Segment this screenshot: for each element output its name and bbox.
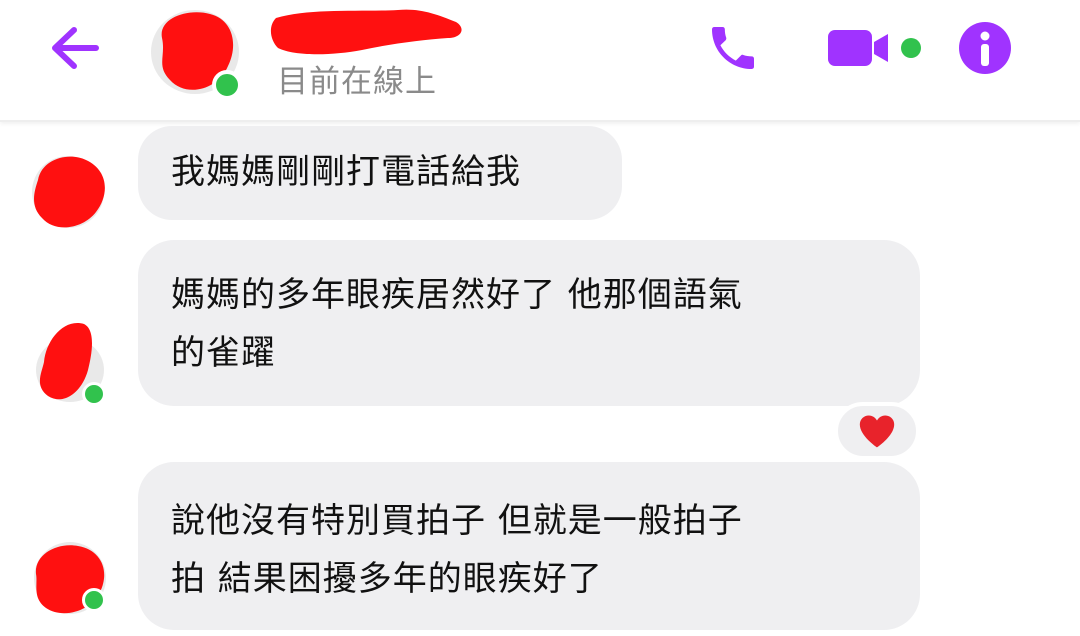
call-button[interactable]: [700, 18, 766, 78]
arrow-left-icon: [52, 27, 99, 69]
video-call-button[interactable]: [822, 18, 928, 78]
message-bubble[interactable]: 說他沒有特別買拍子 但就是一般拍子 拍 結果困擾多年的眼疾好了: [138, 462, 920, 630]
contact-name-redacted: [270, 4, 466, 60]
info-button[interactable]: [952, 16, 1018, 80]
contact-avatar[interactable]: [148, 8, 242, 100]
heart-reaction-badge[interactable]: [834, 402, 920, 460]
online-status-dot: [82, 382, 106, 406]
message-bubble[interactable]: 媽媽的多年眼疾居然好了 他那個語氣 的雀躍: [138, 240, 920, 406]
back-button[interactable]: [44, 20, 104, 76]
message-text-line: 說他沒有特別買拍子 但就是一般拍子: [171, 501, 743, 541]
video-available-dot: [901, 38, 921, 58]
message-text: 我媽媽剛剛打電話給我: [171, 152, 521, 192]
phone-icon: [712, 27, 754, 69]
message-bubble[interactable]: 我媽媽剛剛打電話給我: [138, 126, 622, 220]
messenger-chat-screen: 目前在線上 我媽媽剛剛打電話給我 媽媽的多年眼疾居然好了 他那個語氣 的雀躍 說…: [0, 0, 1080, 636]
chat-header: 目前在線上: [0, 0, 1080, 122]
info-icon: [959, 22, 1011, 74]
redacted-avatar-mark: [32, 156, 105, 228]
sender-avatar[interactable]: [30, 320, 108, 406]
video-camera-icon: [828, 30, 921, 66]
sender-avatar[interactable]: [30, 150, 108, 232]
message-text-line: 的雀躍: [171, 333, 276, 373]
online-status-dot: [82, 588, 106, 612]
message-text-line: 拍 結果困擾多年的眼疾好了: [171, 559, 603, 599]
heart-reaction-icon: [859, 415, 895, 448]
message-text-line: 媽媽的多年眼疾居然好了 他那個語氣: [171, 275, 743, 315]
online-status-label: 目前在線上: [277, 64, 437, 100]
online-status-dot: [212, 70, 242, 100]
sender-avatar[interactable]: [30, 538, 108, 620]
